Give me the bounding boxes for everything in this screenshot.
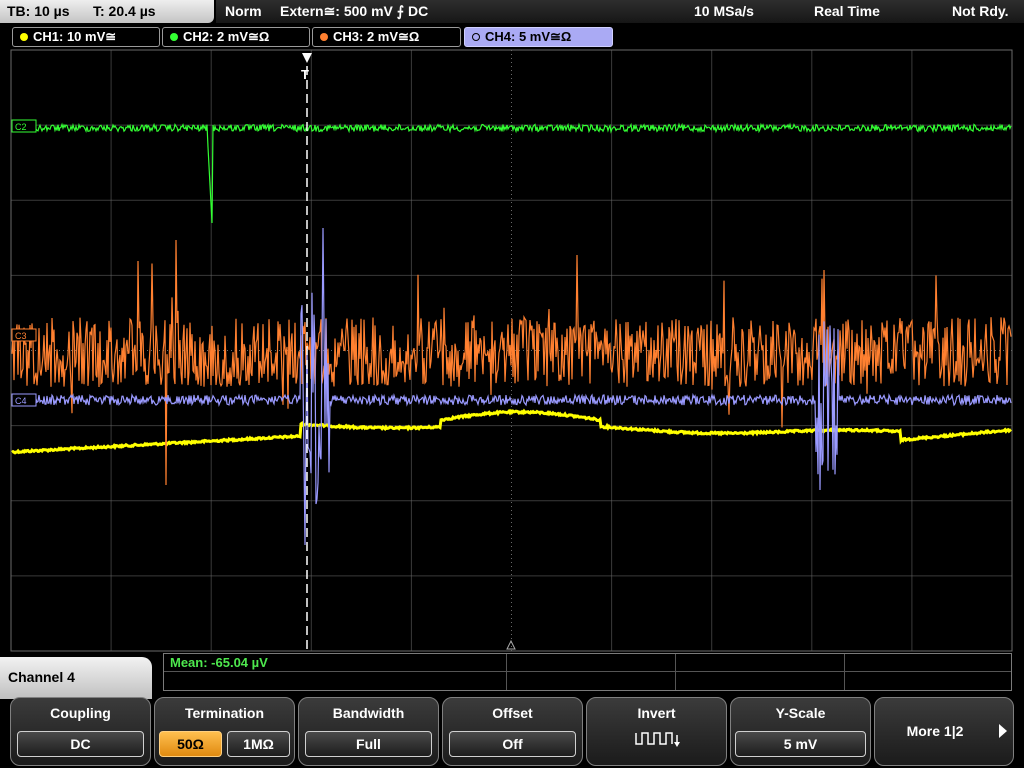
channel-tab-ch1[interactable]: CH1: 10 mV≅ <box>12 27 160 47</box>
more-softkey[interactable]: More 1|2 <box>874 697 1014 766</box>
ch1-label: CH1: 10 mV≅ <box>33 29 117 44</box>
termination-option-1mohm[interactable]: 1MΩ <box>227 731 290 757</box>
acquisition-mode: Real Time <box>814 3 880 19</box>
arrow-right-icon <box>999 724 1007 738</box>
termination-option-50ohm[interactable]: 50Ω <box>159 731 222 757</box>
bandwidth-label: Bandwidth <box>332 705 405 721</box>
ch2-label: CH2: 2 mV≅Ω <box>183 29 270 44</box>
ch4-offset-marker[interactable]: C4 <box>11 393 37 407</box>
offset-softkey[interactable]: Offset Off <box>442 697 583 766</box>
ch4-marker-label: C4 <box>15 396 27 406</box>
bandwidth-softkey[interactable]: Bandwidth Full <box>298 697 439 766</box>
invert-label: Invert <box>637 705 676 721</box>
offset-label: Offset <box>492 705 533 721</box>
y-scale-softkey[interactable]: Y-Scale 5 mV <box>730 697 871 766</box>
ch3-offset-marker[interactable]: C3 <box>11 328 37 342</box>
measurement-panel: Mean: -65.04 µV <box>163 653 1012 691</box>
ch4-color-dot <box>472 33 480 41</box>
trigger-mode: Norm <box>225 3 262 19</box>
y-scale-label: Y-Scale <box>775 705 826 721</box>
status-bar: TB: 10 µs T: 20.4 µs Norm Extern≅: 500 m… <box>0 0 1024 24</box>
ch4-label: CH4: 5 mV≅Ω <box>485 29 572 44</box>
trigger-source: Extern≅: 500 mV ⨍ DC <box>280 3 429 19</box>
mean-measurement: Mean: -65.04 µV <box>170 655 268 670</box>
waveform-display[interactable]: T C2 C3 C4 <box>0 48 1024 653</box>
ch1-color-dot <box>20 33 28 41</box>
menu-title: Channel 4 <box>0 657 152 699</box>
inverted-square-wave-icon <box>635 732 680 747</box>
channel-tab-ch4[interactable]: CH4: 5 mV≅Ω <box>464 27 613 47</box>
ch3-label: CH3: 2 mV≅Ω <box>333 29 420 44</box>
ch2-offset-marker[interactable]: C2 <box>11 119 37 133</box>
sample-rate: 10 MSa/s <box>694 3 754 19</box>
ch3-color-dot <box>320 33 328 41</box>
more-label: More 1|2 <box>906 723 964 739</box>
ch3-marker-label: C3 <box>15 331 27 341</box>
termination-label: Termination <box>184 705 265 721</box>
channel-tab-ch2[interactable]: CH2: 2 mV≅Ω <box>162 27 310 47</box>
bandwidth-value[interactable]: Full <box>305 731 432 757</box>
ch2-color-dot <box>170 33 178 41</box>
trigger-time-readout: T: 20.4 µs <box>93 3 156 19</box>
trigger-panel[interactable]: Norm Extern≅: 500 mV ⨍ DC 10 MSa/s Real … <box>216 0 1024 23</box>
termination-softkey[interactable]: Termination 50Ω 1MΩ <box>154 697 295 766</box>
invert-softkey[interactable]: Invert <box>586 697 727 766</box>
timebase-readout: TB: 10 µs <box>7 3 70 19</box>
coupling-label: Coupling <box>50 705 111 721</box>
y-scale-value[interactable]: 5 mV <box>735 731 866 757</box>
offset-value[interactable]: Off <box>449 731 576 757</box>
channel-tab-ch3[interactable]: CH3: 2 mV≅Ω <box>312 27 461 47</box>
coupling-value[interactable]: DC <box>17 731 144 757</box>
ch2-marker-label: C2 <box>15 122 27 132</box>
acquisition-state: Not Rdy. <box>952 3 1009 19</box>
trigger-marker-label: T <box>301 67 309 82</box>
coupling-softkey[interactable]: Coupling DC <box>10 697 151 766</box>
timebase-panel[interactable]: TB: 10 µs T: 20.4 µs <box>0 0 214 23</box>
